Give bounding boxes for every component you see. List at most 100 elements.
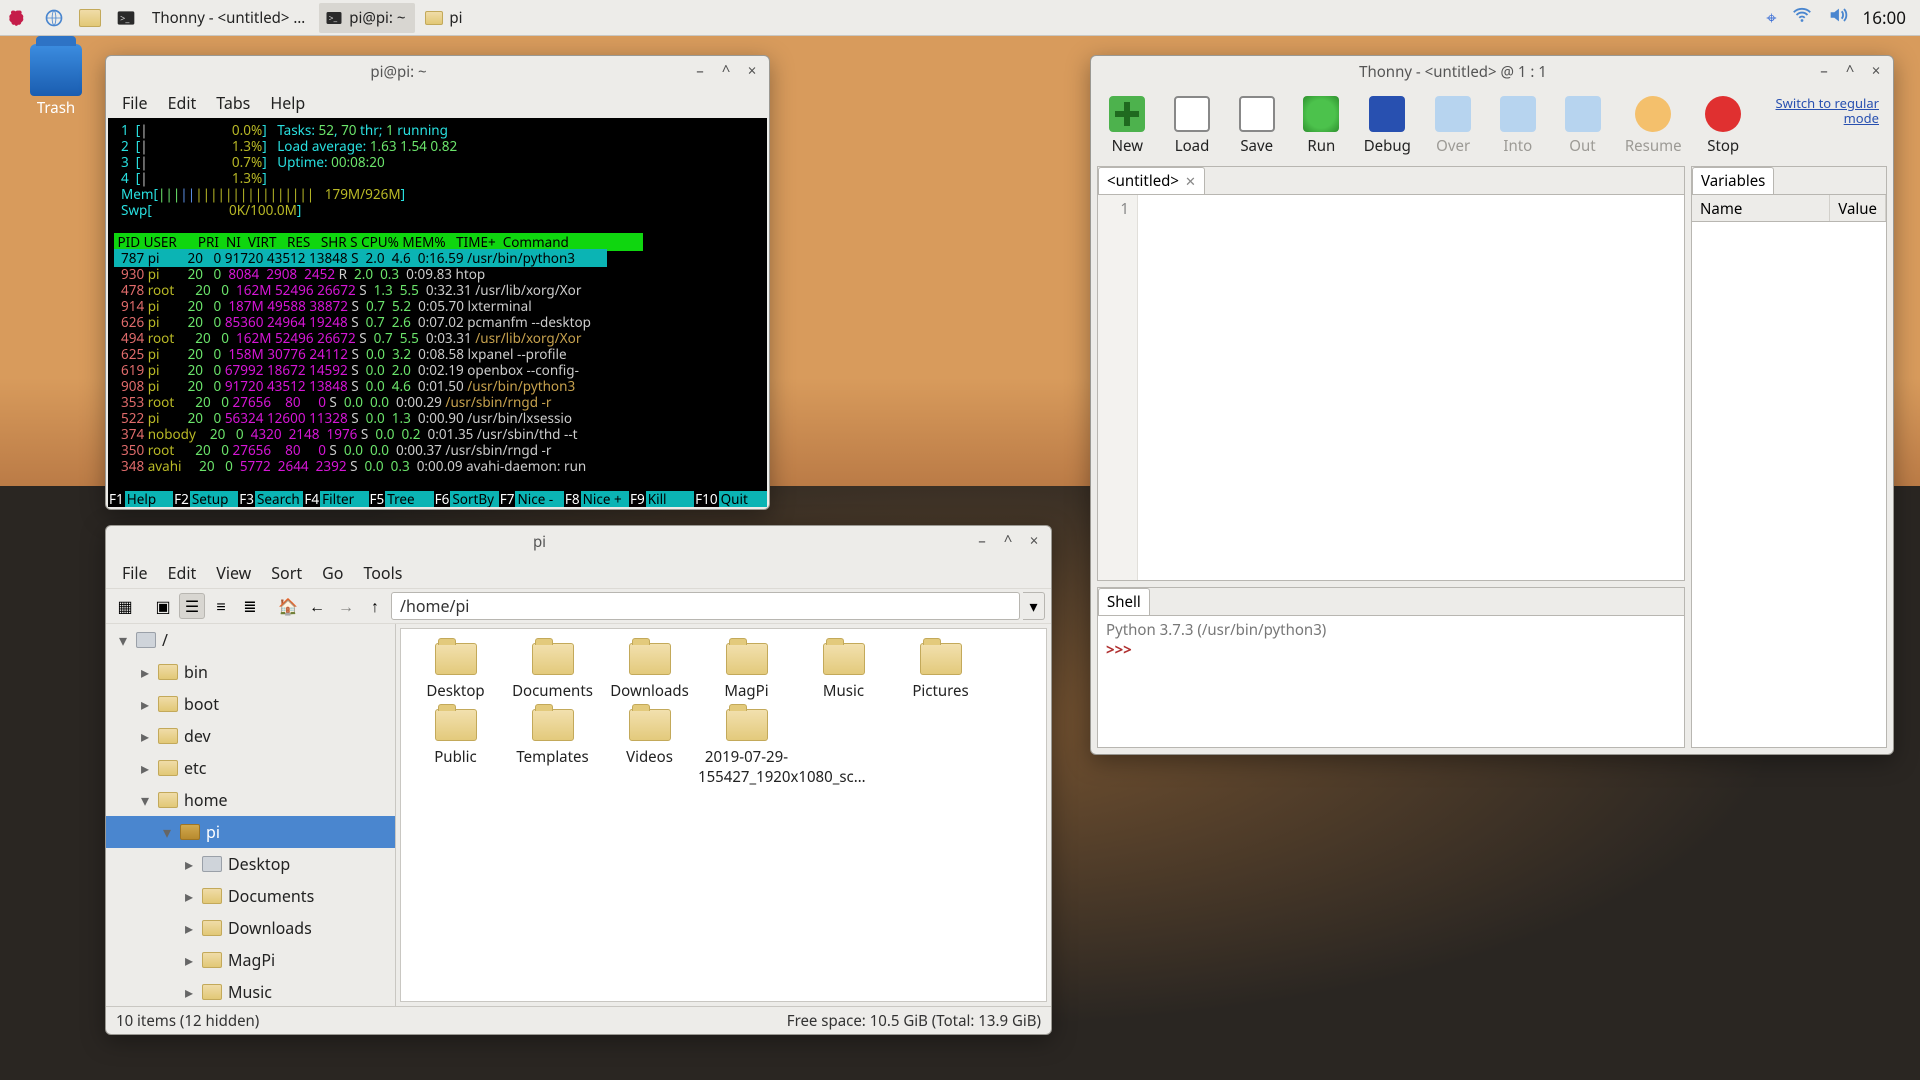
folder-icon (202, 888, 222, 904)
close-tab-icon[interactable]: ✕ (1185, 172, 1196, 190)
maximize-button[interactable]: ^ (1841, 63, 1859, 81)
minimize-button[interactable]: – (691, 63, 709, 81)
fkey[interactable]: F5 (369, 491, 386, 507)
close-button[interactable]: × (743, 63, 761, 81)
variables-tab[interactable]: Variables (1692, 167, 1774, 194)
terminal-icon[interactable]: >_ (108, 0, 144, 36)
expand-icon[interactable]: ▸ (138, 725, 152, 747)
fkey[interactable]: F10 (694, 491, 718, 507)
fm-titlebar[interactable]: pi – ^ × (106, 526, 1051, 558)
up-icon[interactable]: ↑ (362, 593, 388, 619)
terminal-area[interactable]: 1 [| 0.0%] Tasks: 52, 70 thr; 1 running … (108, 118, 767, 507)
tree-row[interactable]: ▾ home (106, 784, 395, 816)
view-icons-icon[interactable]: ▦ (112, 593, 138, 619)
menu-icon[interactable] (0, 0, 36, 36)
fkey[interactable]: F6 (434, 491, 451, 507)
file-item[interactable]: 2019-07-29-155427_1920x1080_sc… (698, 705, 795, 787)
folder-icon (158, 728, 178, 744)
task-thonny[interactable]: Thonny - <untitled> … (146, 3, 315, 33)
home-icon[interactable]: 🏠 (275, 593, 301, 619)
expand-icon[interactable]: ▾ (138, 789, 152, 811)
file-item[interactable]: MagPi (698, 639, 795, 701)
fkey[interactable]: F7 (499, 491, 516, 507)
fkey[interactable]: F9 (629, 491, 646, 507)
clock[interactable]: 16:00 (1863, 6, 1906, 29)
file-item[interactable]: Public (407, 705, 504, 787)
forward-icon[interactable]: → (333, 593, 359, 619)
file-item[interactable]: Pictures (892, 639, 989, 701)
shell-tab[interactable]: Shell (1098, 588, 1150, 615)
fm-grid[interactable]: Desktop Documents Downloads MagPi Music … (400, 628, 1047, 1002)
new-button[interactable]: New (1105, 96, 1150, 156)
file-item[interactable]: Videos (601, 705, 698, 787)
fkey[interactable]: F3 (238, 491, 255, 507)
switch-mode-link[interactable]: Switch to regular mode (1766, 96, 1879, 126)
volume-icon[interactable] (1827, 4, 1849, 31)
load-icon (1174, 96, 1210, 132)
save-button[interactable]: Save (1234, 96, 1279, 156)
debug-button[interactable]: Debug (1364, 96, 1411, 156)
terminal-titlebar[interactable]: pi@pi: ~ – ^ × (106, 56, 769, 88)
minimize-button[interactable]: – (1815, 63, 1833, 81)
variables-body[interactable] (1692, 222, 1886, 747)
expand-icon[interactable]: ▸ (138, 757, 152, 779)
tree-row[interactable]: ▾ pi (106, 816, 395, 848)
tree-row[interactable]: ▸ etc (106, 752, 395, 784)
tree-row[interactable]: ▾ / (106, 624, 395, 656)
fkey[interactable]: F1 (108, 491, 125, 507)
folder-open-icon (180, 824, 200, 840)
file-item[interactable]: Downloads (601, 639, 698, 701)
fkey[interactable]: F4 (303, 491, 320, 507)
view-compact-icon[interactable]: ☰ (179, 593, 205, 619)
file-item[interactable]: Desktop (407, 639, 504, 701)
shell-area[interactable]: Python 3.7.3 (/usr/bin/python3) >>> (1098, 616, 1684, 747)
view-list-icon[interactable]: ≡ (208, 593, 234, 619)
browser-icon[interactable] (36, 0, 72, 36)
thonny-titlebar[interactable]: Thonny - <untitled> @ 1 : 1 – ^ × (1091, 56, 1893, 88)
path-input[interactable] (391, 592, 1020, 620)
editor-tab[interactable]: <untitled>✕ (1098, 167, 1205, 194)
tree-row[interactable]: ▸ MagPi (106, 944, 395, 976)
load-button[interactable]: Load (1170, 96, 1215, 156)
expand-icon[interactable]: ▸ (182, 885, 196, 907)
back-icon[interactable]: ← (304, 593, 330, 619)
view-thumb-icon[interactable]: ▣ (150, 593, 176, 619)
expand-icon[interactable]: ▸ (138, 693, 152, 715)
file-item[interactable]: Music (795, 639, 892, 701)
path-dropdown[interactable]: ▾ (1023, 592, 1045, 620)
editor-area[interactable] (1138, 195, 1684, 580)
tree-row[interactable]: ▸ Downloads (106, 912, 395, 944)
expand-icon[interactable]: ▸ (182, 853, 196, 875)
expand-icon[interactable]: ▾ (160, 821, 174, 843)
task-pcmanfm[interactable]: pi (419, 3, 472, 33)
tree-row[interactable]: ▸ Music (106, 976, 395, 1006)
task-terminal[interactable]: >_pi@pi: ~ (319, 3, 415, 33)
expand-icon[interactable]: ▸ (182, 917, 196, 939)
expand-icon[interactable]: ▸ (182, 981, 196, 1003)
maximize-button[interactable]: ^ (717, 63, 735, 81)
maximize-button[interactable]: ^ (999, 533, 1017, 551)
expand-icon[interactable]: ▸ (182, 949, 196, 971)
run-button[interactable]: Run (1299, 96, 1344, 156)
fkey[interactable]: F8 (564, 491, 581, 507)
tree-row[interactable]: ▸ dev (106, 720, 395, 752)
expand-icon[interactable]: ▾ (116, 629, 130, 651)
close-button[interactable]: × (1867, 63, 1885, 81)
wifi-icon[interactable] (1791, 4, 1813, 31)
file-item[interactable]: Documents (504, 639, 601, 701)
fkey[interactable]: F2 (173, 491, 190, 507)
tree-row[interactable]: ▸ boot (106, 688, 395, 720)
tree-row[interactable]: ▸ bin (106, 656, 395, 688)
minimize-button[interactable]: – (973, 533, 991, 551)
view-detail-icon[interactable]: ≣ (237, 593, 263, 619)
fm-tree[interactable]: ▾ / ▸ bin ▸ boot ▸ dev ▸ etc ▾ home ▾ pi (106, 624, 396, 1006)
stop-button[interactable]: Stop (1701, 96, 1746, 156)
file-item[interactable]: Templates (504, 705, 601, 787)
desktop-trash[interactable]: Trash (30, 44, 82, 118)
tree-row[interactable]: ▸ Documents (106, 880, 395, 912)
tree-row[interactable]: ▸ Desktop (106, 848, 395, 880)
close-button[interactable]: × (1025, 533, 1043, 551)
filemanager-icon[interactable] (72, 0, 108, 36)
bluetooth-icon[interactable]: ⌖ (1766, 6, 1776, 30)
expand-icon[interactable]: ▸ (138, 661, 152, 683)
